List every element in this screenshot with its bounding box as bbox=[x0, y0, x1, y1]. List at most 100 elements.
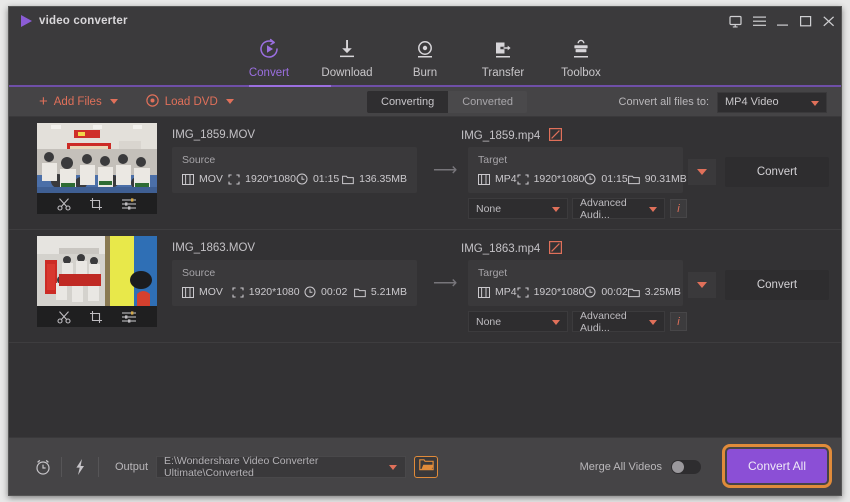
open-folder-button[interactable] bbox=[414, 455, 439, 478]
audio-select[interactable]: Advanced Audi... bbox=[572, 309, 665, 334]
chevron-down-icon bbox=[811, 100, 819, 106]
load-dvd-label: Load DVD bbox=[164, 95, 218, 108]
convert-all-to-select[interactable]: MP4 Video bbox=[717, 91, 827, 113]
play-triangle-icon bbox=[21, 15, 32, 27]
nav-item-burn[interactable]: Burn bbox=[386, 35, 464, 79]
disc-icon bbox=[146, 93, 159, 110]
size-value: 3.25MB bbox=[644, 286, 681, 298]
chevron-down-icon bbox=[697, 169, 707, 175]
nav-label: Transfer bbox=[481, 67, 525, 79]
conversion-arrow-icon: ⟶ bbox=[433, 160, 458, 179]
subtitle-select[interactable]: None bbox=[468, 311, 568, 332]
tab-converted[interactable]: Converted bbox=[448, 91, 527, 113]
convert-button[interactable]: Convert bbox=[725, 157, 829, 187]
chevron-down-icon bbox=[697, 282, 707, 288]
target-caption: Target bbox=[478, 154, 508, 166]
target-resolution: 1920*1080 bbox=[517, 286, 584, 298]
convert-all-to-group: Convert all files to: MP4 Video bbox=[619, 87, 827, 117]
size-value: 5.21MB bbox=[370, 286, 407, 298]
menu-icon[interactable] bbox=[753, 16, 766, 27]
edit-icon[interactable] bbox=[549, 128, 563, 141]
convert-icon bbox=[257, 36, 281, 62]
target-duration: 01:15 bbox=[584, 173, 628, 185]
audio-value: Advanced Audi... bbox=[580, 309, 627, 334]
duration-value: 00:02 bbox=[601, 286, 628, 298]
thumbnail-box bbox=[37, 236, 157, 327]
target-size: 90.31MB bbox=[627, 173, 687, 185]
source-file-name: IMG_1863.MOV bbox=[172, 242, 256, 254]
target-format-dropdown[interactable] bbox=[688, 272, 716, 298]
merge-all-videos-label: Merge All Videos bbox=[579, 460, 662, 473]
target-file-name-wrap: IMG_1863.mp4 bbox=[461, 241, 563, 255]
duration-value: 01:15 bbox=[312, 173, 340, 185]
crop-icon[interactable] bbox=[89, 310, 103, 324]
thumbnail-box bbox=[37, 123, 157, 214]
trim-icon[interactable] bbox=[57, 310, 71, 324]
source-info-box: Source MOV 1920*1080 01:15 136.35MB bbox=[172, 147, 417, 193]
source-caption: Source bbox=[182, 154, 216, 166]
target-file-name: IMG_1863.mp4 bbox=[461, 243, 541, 255]
target-duration: 00:02 bbox=[584, 286, 628, 298]
video-thumbnail[interactable] bbox=[37, 236, 157, 306]
size-value: 136.35MB bbox=[359, 173, 407, 185]
nav-item-transfer[interactable]: Transfer bbox=[464, 35, 542, 79]
nav-label: Convert bbox=[248, 67, 290, 79]
crop-icon[interactable] bbox=[89, 197, 103, 211]
close-icon[interactable] bbox=[823, 15, 835, 27]
lightning-bolt-icon[interactable] bbox=[62, 458, 98, 476]
info-button[interactable]: i bbox=[670, 199, 687, 218]
format-value: MOV bbox=[199, 173, 223, 185]
output-path-value: E:\Wondershare Video Converter Ultimate\… bbox=[164, 454, 319, 479]
add-files-dropdown-caret[interactable] bbox=[109, 99, 118, 104]
nav-label: Burn bbox=[412, 67, 438, 79]
nav-item-toolbox[interactable]: Toolbox bbox=[542, 35, 620, 79]
plus-icon: + bbox=[39, 93, 48, 110]
merge-all-videos-toggle[interactable] bbox=[671, 459, 701, 474]
source-format: MOV bbox=[182, 173, 228, 185]
target-resolution: 1920*1080 bbox=[517, 173, 584, 185]
output-label: Output bbox=[115, 460, 149, 473]
output-path-field[interactable]: E:\Wondershare Video Converter Ultimate\… bbox=[156, 454, 407, 479]
target-format: MP4 bbox=[478, 286, 517, 298]
file-toolbar: + Add Files Load DVD Converting Converte… bbox=[9, 87, 841, 117]
subtitle-select[interactable]: None bbox=[468, 198, 568, 219]
subtitle-value: None bbox=[476, 202, 502, 215]
resolution-value: 1920*1080 bbox=[245, 173, 296, 185]
load-dvd-button[interactable]: Load DVD bbox=[142, 93, 222, 110]
add-files-button[interactable]: + Add Files bbox=[35, 94, 106, 109]
title-bar: video converter bbox=[9, 7, 841, 35]
convert-all-button[interactable]: Convert All bbox=[722, 444, 832, 488]
chevron-down-icon bbox=[552, 320, 560, 325]
effect-icon[interactable] bbox=[121, 310, 137, 324]
maximize-icon[interactable] bbox=[800, 15, 812, 27]
duration-value: 00:02 bbox=[321, 286, 348, 298]
file-list: IMG_1859.MOV Source MOV 1920*1080 01:15 bbox=[9, 117, 841, 437]
toolbox-icon bbox=[569, 36, 593, 62]
edit-icon[interactable] bbox=[549, 241, 563, 254]
target-format-dropdown[interactable] bbox=[688, 159, 716, 185]
effect-icon[interactable] bbox=[121, 197, 137, 211]
alarm-clock-icon[interactable] bbox=[25, 458, 61, 476]
info-button[interactable]: i bbox=[670, 312, 687, 331]
minimize-icon[interactable] bbox=[777, 16, 789, 27]
chevron-down-icon bbox=[649, 320, 657, 325]
load-dvd-dropdown-caret[interactable] bbox=[225, 99, 234, 104]
table-row: IMG_1859.MOV Source MOV 1920*1080 01:15 bbox=[9, 117, 841, 230]
source-duration: 01:15 bbox=[296, 173, 342, 185]
nav-item-convert[interactable]: Convert bbox=[230, 35, 308, 79]
source-format: MOV bbox=[182, 286, 232, 298]
trim-icon[interactable] bbox=[57, 197, 71, 211]
audio-select[interactable]: Advanced Audi... bbox=[572, 197, 665, 221]
feedback-icon[interactable] bbox=[729, 15, 742, 28]
merge-all-videos-group: Merge All Videos bbox=[579, 459, 701, 474]
convert-button[interactable]: Convert bbox=[725, 270, 829, 300]
target-format: MP4 bbox=[478, 173, 517, 185]
convert-all-to-value: MP4 Video bbox=[725, 96, 779, 108]
app-logo: video converter bbox=[9, 15, 128, 27]
window-controls bbox=[729, 7, 835, 35]
video-thumbnail[interactable] bbox=[37, 123, 157, 193]
thumbnail-tools bbox=[37, 193, 157, 214]
source-size: 136.35MB bbox=[342, 173, 407, 185]
tab-converting[interactable]: Converting bbox=[367, 91, 449, 113]
nav-item-download[interactable]: Download bbox=[308, 35, 386, 79]
